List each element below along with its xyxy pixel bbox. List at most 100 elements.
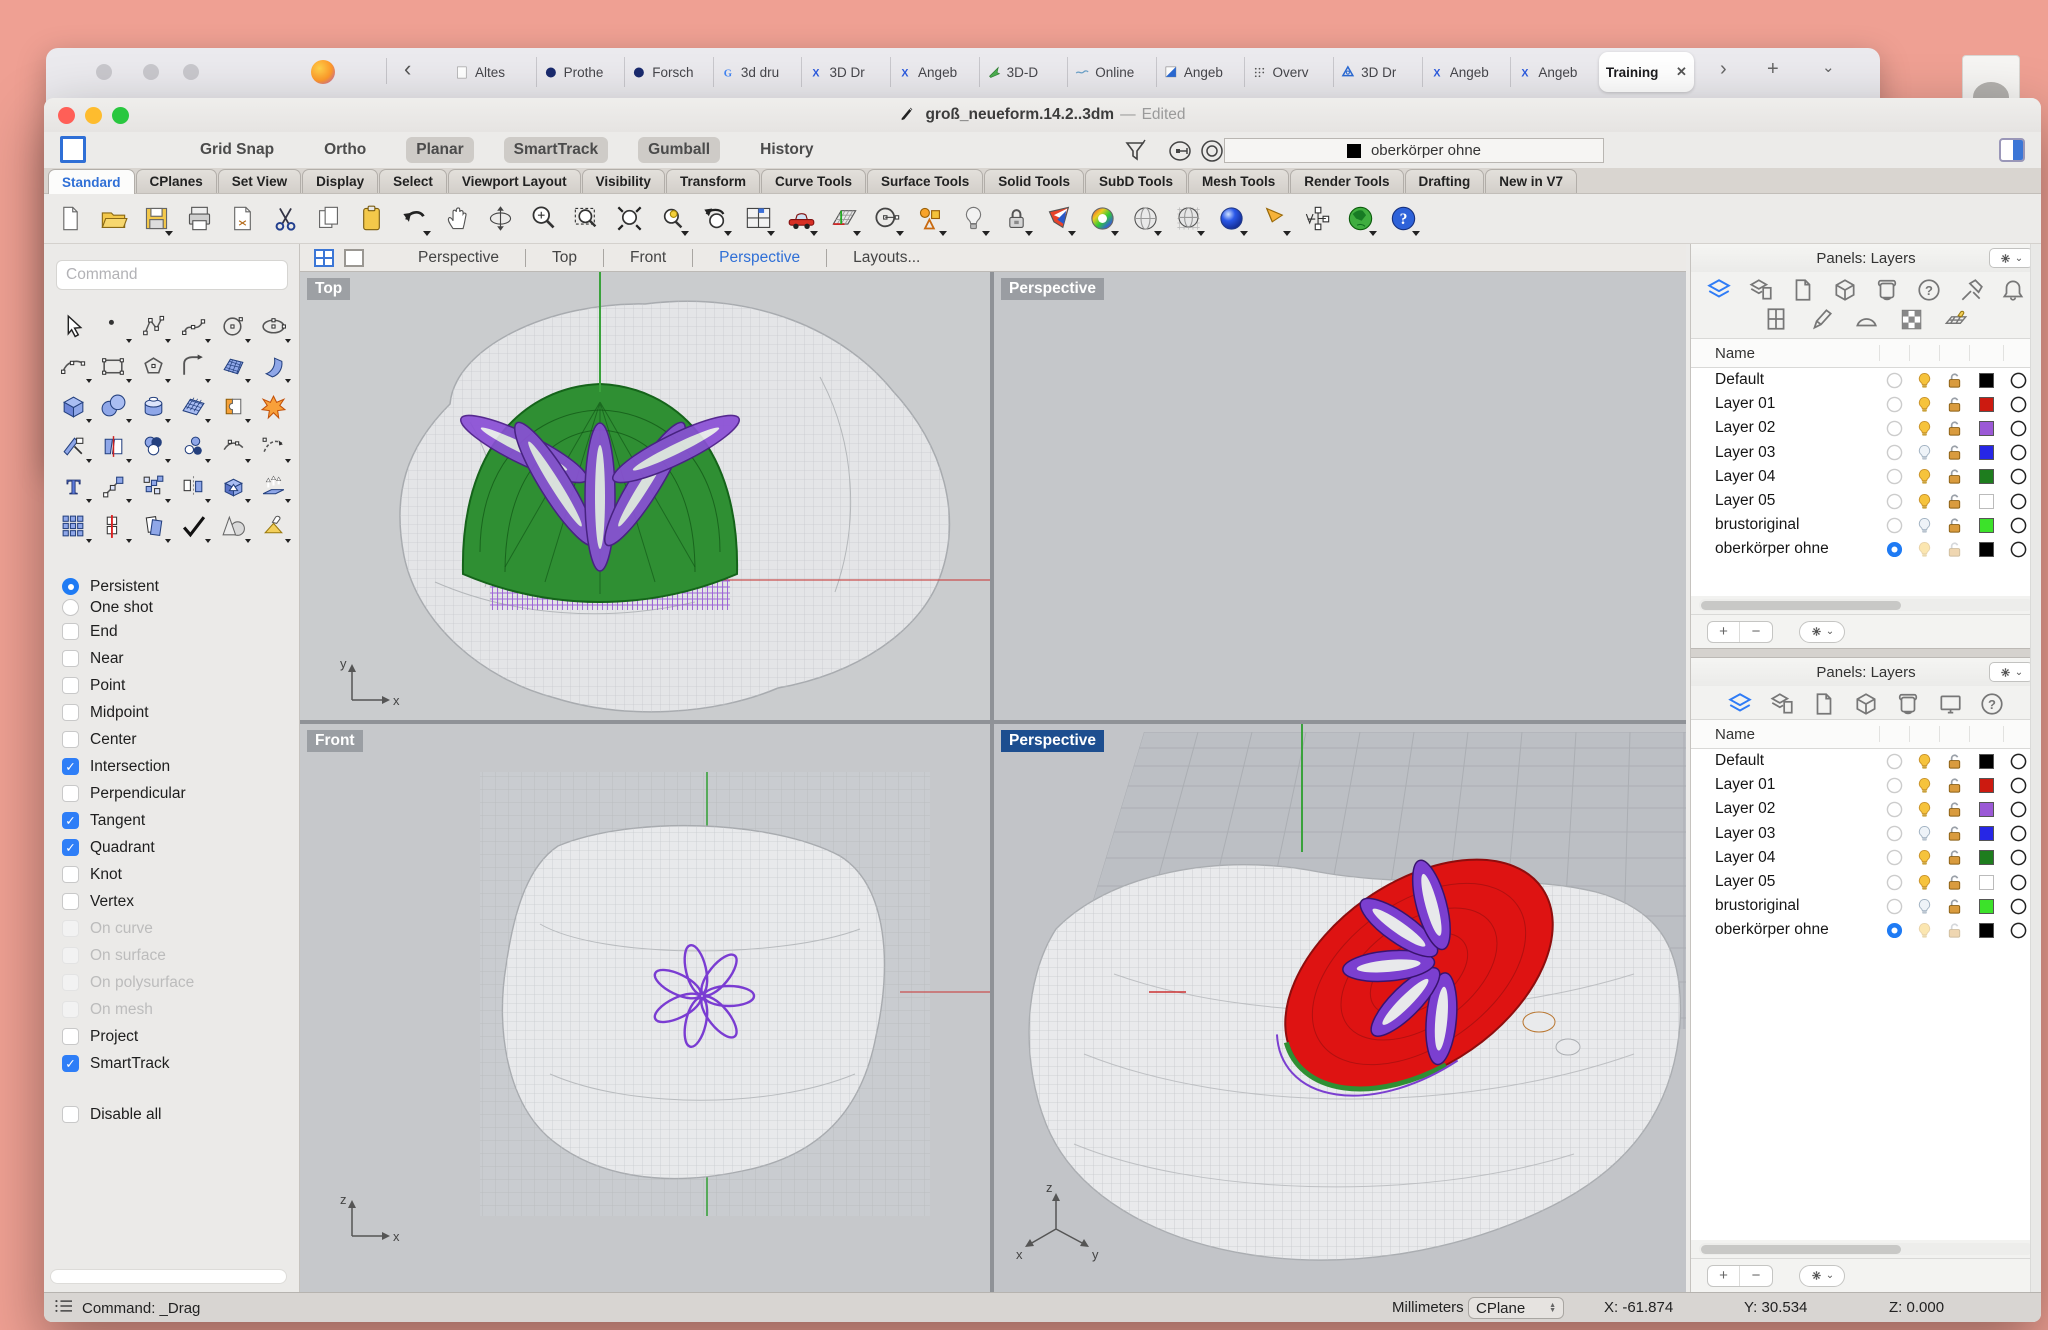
- layer-lock-icon[interactable]: [1939, 753, 1969, 770]
- layer-material-circle[interactable]: [2003, 753, 2033, 770]
- layer-material-circle[interactable]: [2003, 849, 2033, 866]
- layer-row[interactable]: Layer 04: [1691, 846, 2041, 870]
- tool-check-selection[interactable]: [173, 506, 213, 546]
- panel-gear-button[interactable]: ⌄: [1989, 248, 2033, 268]
- tool-trim[interactable]: [54, 426, 94, 466]
- layer-name[interactable]: brustoriginal: [1715, 516, 1879, 534]
- layer-color-swatch[interactable]: [1969, 373, 2003, 388]
- toggle-planar[interactable]: Planar: [406, 137, 473, 163]
- panel-scrollbar[interactable]: [2030, 244, 2041, 1292]
- layer-material-circle[interactable]: [2003, 372, 2033, 389]
- remove-layer-button[interactable]: −: [1740, 1266, 1772, 1286]
- tool-circle[interactable]: [213, 306, 253, 346]
- layer-material-circle[interactable]: [2003, 420, 2033, 437]
- layout-shapes-icon[interactable]: [912, 200, 948, 238]
- layer-visibility-bulb[interactable]: [1909, 444, 1939, 461]
- viewport-bar-item-top[interactable]: Top: [525, 249, 603, 267]
- dropdown-arrow-icon[interactable]: [205, 499, 211, 503]
- dropdown-arrow-icon[interactable]: [165, 499, 171, 503]
- tool-box[interactable]: [54, 386, 94, 426]
- viewport-layout-icon[interactable]: [740, 200, 776, 238]
- layer-material-circle[interactable]: [2003, 396, 2033, 413]
- dome-icon[interactable]: [1853, 305, 1880, 332]
- layer-visibility-bulb[interactable]: [1909, 468, 1939, 485]
- cube-icon[interactable]: [1853, 690, 1880, 717]
- tool-extrude-up[interactable]: [253, 466, 293, 506]
- layer-row[interactable]: brustoriginal: [1691, 513, 2041, 537]
- browser-tab[interactable]: 3D Dr: [1333, 57, 1422, 87]
- layer-visibility-bulb[interactable]: [1909, 898, 1939, 915]
- layer-name[interactable]: Layer 03: [1715, 444, 1879, 462]
- window-minimize-button[interactable]: [143, 64, 159, 80]
- layer-lock-icon[interactable]: [1939, 849, 1969, 866]
- layer-name[interactable]: Default: [1715, 752, 1879, 770]
- tool-orient[interactable]: [173, 466, 213, 506]
- layer-lock-icon[interactable]: [1939, 396, 1969, 413]
- layer-name[interactable]: Default: [1715, 371, 1879, 389]
- tool-offset[interactable]: [134, 506, 174, 546]
- tool-split[interactable]: [94, 426, 134, 466]
- layer-color-swatch[interactable]: [1969, 754, 2003, 769]
- dropdown-arrow-icon[interactable]: [285, 379, 291, 383]
- dropdown-arrow-icon[interactable]: [126, 539, 132, 543]
- undo-view-icon[interactable]: [697, 200, 733, 238]
- browser-tab[interactable]: Training✕: [1599, 52, 1694, 92]
- viewport-canvas-top[interactable]: y x: [300, 272, 990, 720]
- layer-material-circle[interactable]: [2003, 493, 2033, 510]
- radio-one-shot[interactable]: [62, 599, 79, 616]
- tool-polyline[interactable]: [134, 306, 174, 346]
- monitor-icon[interactable]: [1937, 690, 1964, 717]
- layer-visibility-bulb[interactable]: [1909, 541, 1939, 558]
- render-blue-sphere-icon[interactable]: [1213, 200, 1249, 238]
- zoom-window-icon[interactable]: [568, 200, 604, 238]
- layers-icon[interactable]: [1727, 690, 1754, 717]
- units-label[interactable]: Millimeters: [1392, 1299, 1464, 1316]
- layers-state-icon[interactable]: [1748, 276, 1775, 303]
- ribbon-tab-drafting[interactable]: Drafting: [1405, 169, 1485, 193]
- selection-filter-icon[interactable]: [1122, 137, 1152, 165]
- browser-tab[interactable]: X3D Dr: [801, 57, 890, 87]
- dropdown-arrow-icon[interactable]: [285, 459, 291, 463]
- dropdown-arrow-icon[interactable]: [126, 499, 132, 503]
- ribbon-tab-subd-tools[interactable]: SubD Tools: [1085, 169, 1187, 193]
- dropdown-arrow-icon[interactable]: [205, 419, 211, 423]
- browser-tab[interactable]: 3D-D: [979, 57, 1068, 87]
- tool-polygon[interactable]: [134, 346, 174, 386]
- checkbox-center[interactable]: [62, 731, 79, 748]
- layer-row[interactable]: Layer 01: [1691, 392, 2041, 416]
- dropdown-arrow-icon[interactable]: [285, 339, 291, 343]
- layer-row[interactable]: Default: [1691, 368, 2041, 392]
- layer-visibility-bulb[interactable]: [1909, 777, 1939, 794]
- help-circle-icon[interactable]: ?: [1916, 276, 1943, 303]
- scroll-icon[interactable]: [1874, 276, 1901, 303]
- layer-current-radio[interactable]: [1879, 493, 1909, 510]
- dropdown-arrow-icon[interactable]: [1240, 231, 1248, 236]
- layer-visibility-bulb[interactable]: [1909, 372, 1939, 389]
- layer-name[interactable]: oberkörper ohne: [1715, 540, 1879, 558]
- current-layer-field[interactable]: oberkörper ohne: [1224, 138, 1604, 163]
- dropdown-arrow-icon[interactable]: [126, 339, 132, 343]
- dropdown-arrow-icon[interactable]: [982, 231, 990, 236]
- viewport-perspective-upper[interactable]: Perspective: [994, 272, 1686, 720]
- layer-color-swatch[interactable]: [1969, 875, 2003, 890]
- viewport-front[interactable]: z x Front: [300, 724, 990, 1294]
- layer-row[interactable]: Layer 02: [1691, 797, 2041, 821]
- layer-list-hscrollbar[interactable]: [1699, 599, 2033, 611]
- layer-visibility-bulb[interactable]: [1909, 825, 1939, 842]
- tool-revolve[interactable]: [134, 386, 174, 426]
- sheet-grid-icon[interactable]: [1763, 305, 1790, 332]
- window-zoom-button[interactable]: [112, 107, 129, 124]
- dropdown-arrow-icon[interactable]: [810, 231, 818, 236]
- dropdown-arrow-icon[interactable]: [245, 539, 251, 543]
- browser-tab[interactable]: XAngeb: [1422, 57, 1511, 87]
- tool-arc[interactable]: [54, 346, 94, 386]
- layer-row[interactable]: oberkörper ohne: [1691, 537, 2041, 561]
- viewport-bar-item-layouts[interactable]: Layouts...: [826, 249, 946, 267]
- layer-name[interactable]: Layer 02: [1715, 419, 1879, 437]
- checkbox-knot[interactable]: [62, 866, 79, 883]
- dropdown-arrow-icon[interactable]: [1068, 231, 1076, 236]
- layer-row[interactable]: Layer 05: [1691, 489, 2041, 513]
- dropdown-arrow-icon[interactable]: [1283, 231, 1291, 236]
- window-close-button[interactable]: [58, 107, 75, 124]
- layer-current-radio[interactable]: [1879, 517, 1909, 534]
